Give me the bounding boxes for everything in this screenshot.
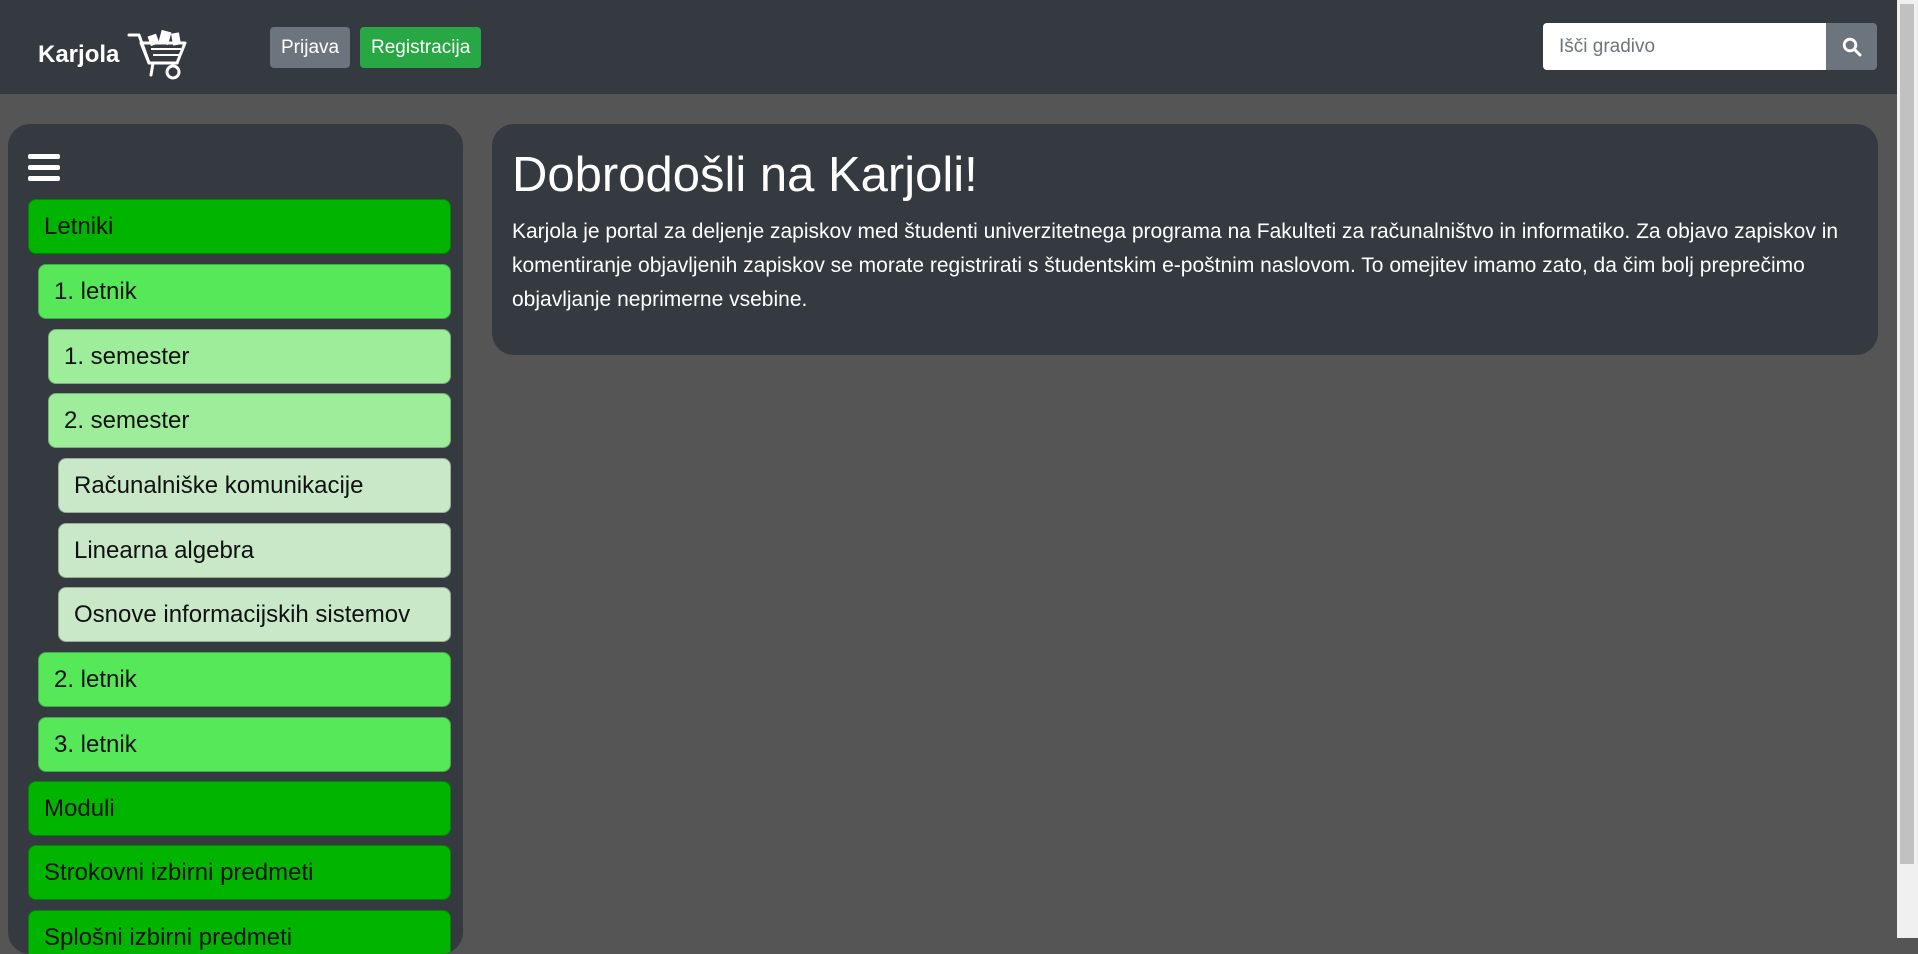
search-button[interactable] [1826, 23, 1877, 70]
wheelbarrow-icon [127, 29, 187, 80]
welcome-text: Karjola je portal za deljenje zapiskov m… [512, 219, 1839, 311]
sidebar-item-letniki[interactable]: Letniki [28, 199, 451, 254]
sidebar-item-3-letnik[interactable]: 3. letnik [38, 717, 451, 772]
top-navbar: Karjola Prijava Registracija [0, 0, 1897, 94]
login-button[interactable]: Prijava [270, 27, 351, 68]
sidebar-item-linearna-algebra[interactable]: Linearna algebra [58, 523, 451, 578]
welcome-card: Dobrodošli na Karjoli! Karjola je portal… [492, 124, 1878, 355]
brand-logo[interactable]: Karjola [38, 29, 189, 81]
sidebar-item-splosni-izbirni-predmeti[interactable]: Splošni izbirni predmeti [28, 910, 451, 954]
page-title: Dobrodošli na Karjoli! [512, 148, 978, 202]
sidebar-item-2-semester[interactable]: 2. semester [48, 393, 451, 448]
register-button[interactable]: Registracija [360, 27, 482, 68]
sidebar-item-moduli[interactable]: Moduli [28, 781, 451, 836]
search-input[interactable] [1543, 23, 1826, 70]
scrollbar-thumb[interactable] [1900, 4, 1914, 864]
sidebar-item-strokovni-izbirni-predmeti[interactable]: Strokovni izbirni predmeti [28, 845, 451, 900]
sidebar-item-osnove-informacijskih-sistemov[interactable]: Osnove informacijskih sistemov [58, 587, 451, 642]
sidebar-item-1-letnik[interactable]: 1. letnik [38, 264, 451, 319]
search-form [1543, 23, 1877, 70]
sidebar: Letniki 1. letnik 1. semester 2. semeste… [8, 124, 463, 954]
page-scrollbar[interactable] [1897, 0, 1918, 938]
hamburger-menu-icon[interactable] [28, 154, 60, 182]
sidebar-item-2-letnik[interactable]: 2. letnik [38, 652, 451, 707]
sidebar-item-racunalniske-komunikacije[interactable]: Računalniške komunikacije [58, 458, 451, 513]
brand-name: Karjola [38, 41, 120, 68]
search-icon [1842, 37, 1861, 56]
sidebar-item-1-semester[interactable]: 1. semester [48, 329, 451, 384]
